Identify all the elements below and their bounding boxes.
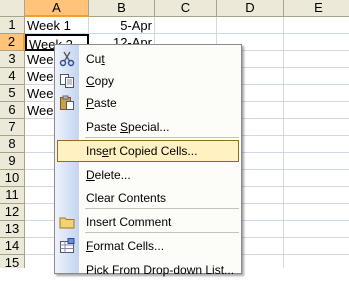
menu-item-format-cells[interactable]: Format Cells... [55,235,241,257]
cell-e4[interactable] [284,68,349,85]
menu-item-label: Insert Copied Cells... [86,144,198,158]
comment-icon [59,214,75,230]
cell-e2[interactable] [284,34,349,51]
row-header-2[interactable]: 2 [0,34,25,51]
row-header-4[interactable]: 4 [0,68,25,85]
select-all-corner[interactable] [0,0,25,17]
row-header-11[interactable]: 11 [0,187,25,204]
menu-item-clear-contents[interactable]: Clear Contents [55,187,241,209]
menu-separator [85,137,239,138]
row-header-7[interactable]: 7 [0,119,25,136]
format-cells-icon [59,238,75,254]
row-header-5[interactable]: 5 [0,85,25,102]
menu-item-insert-comment[interactable]: Insert Comment [55,211,241,233]
cell-e12[interactable] [284,204,349,221]
menu-item-label: Pick From Drop-down List... [86,263,235,277]
menu-item-label: Paste [86,96,117,110]
row-header-15[interactable]: 15 [0,255,25,268]
row-header-9[interactable]: 9 [0,153,25,170]
cell-a1[interactable]: Week 1 [25,17,89,34]
cell-e7[interactable] [284,119,349,136]
cell-e14[interactable] [284,238,349,255]
menu-item-pick-from-list[interactable]: Pick From Drop-down List... [55,259,241,281]
row-header-1[interactable]: 1 [0,17,25,34]
cell-e6[interactable] [284,102,349,119]
menu-item-label: Delete... [86,168,131,182]
menu-item-paste[interactable]: Paste [55,92,241,114]
menu-item-label: Cut [86,52,105,66]
column-header-a[interactable]: A [25,0,89,17]
menu-item-label: Copy [86,74,115,88]
row-header-10[interactable]: 10 [0,170,25,187]
menu-item-cut[interactable]: Cut [55,48,241,70]
menu-item-label: Clear Contents [86,191,167,205]
cell-e15[interactable] [284,255,349,268]
cell-e9[interactable] [284,153,349,170]
row-header-12[interactable]: 12 [0,204,25,221]
cell-e3[interactable] [284,51,349,68]
menu-item-copy[interactable]: Copy [55,70,241,92]
cell-e13[interactable] [284,221,349,238]
column-header-d[interactable]: D [217,0,284,17]
cell-c1[interactable] [155,17,217,34]
menu-item-insert-copied-cells[interactable]: Insert Copied Cells... [57,140,239,162]
copy-icon [59,73,75,89]
scissors-icon [59,51,75,67]
cell-b1[interactable]: 5-Apr [89,17,155,34]
menu-item-delete[interactable]: Delete... [55,164,241,186]
row-header-14[interactable]: 14 [0,238,25,255]
row-header-6[interactable]: 6 [0,102,25,119]
cell-e5[interactable] [284,85,349,102]
cell-e1[interactable] [284,17,349,34]
menu-item-label: Insert Comment [86,215,172,229]
column-header-b[interactable]: B [89,0,155,17]
column-header-c[interactable]: C [155,0,217,17]
menu-separator [85,232,239,233]
row-header-8[interactable]: 8 [0,136,25,153]
cell-e11[interactable] [284,187,349,204]
context-menu: Cut Copy Paste Paste Special... Insert Copie… [54,44,242,277]
menu-item-paste-special[interactable]: Paste Special... [55,116,241,138]
paste-icon [59,95,75,111]
menu-item-label: Format Cells... [86,239,165,253]
cell-d1[interactable] [217,17,284,34]
cell-e10[interactable] [284,170,349,187]
menu-item-label: Paste Special... [86,120,170,134]
column-header-e[interactable]: E [284,0,349,17]
cell-e8[interactable] [284,136,349,153]
row-header-3[interactable]: 3 [0,51,25,68]
menu-separator [85,208,239,209]
row-header-13[interactable]: 13 [0,221,25,238]
